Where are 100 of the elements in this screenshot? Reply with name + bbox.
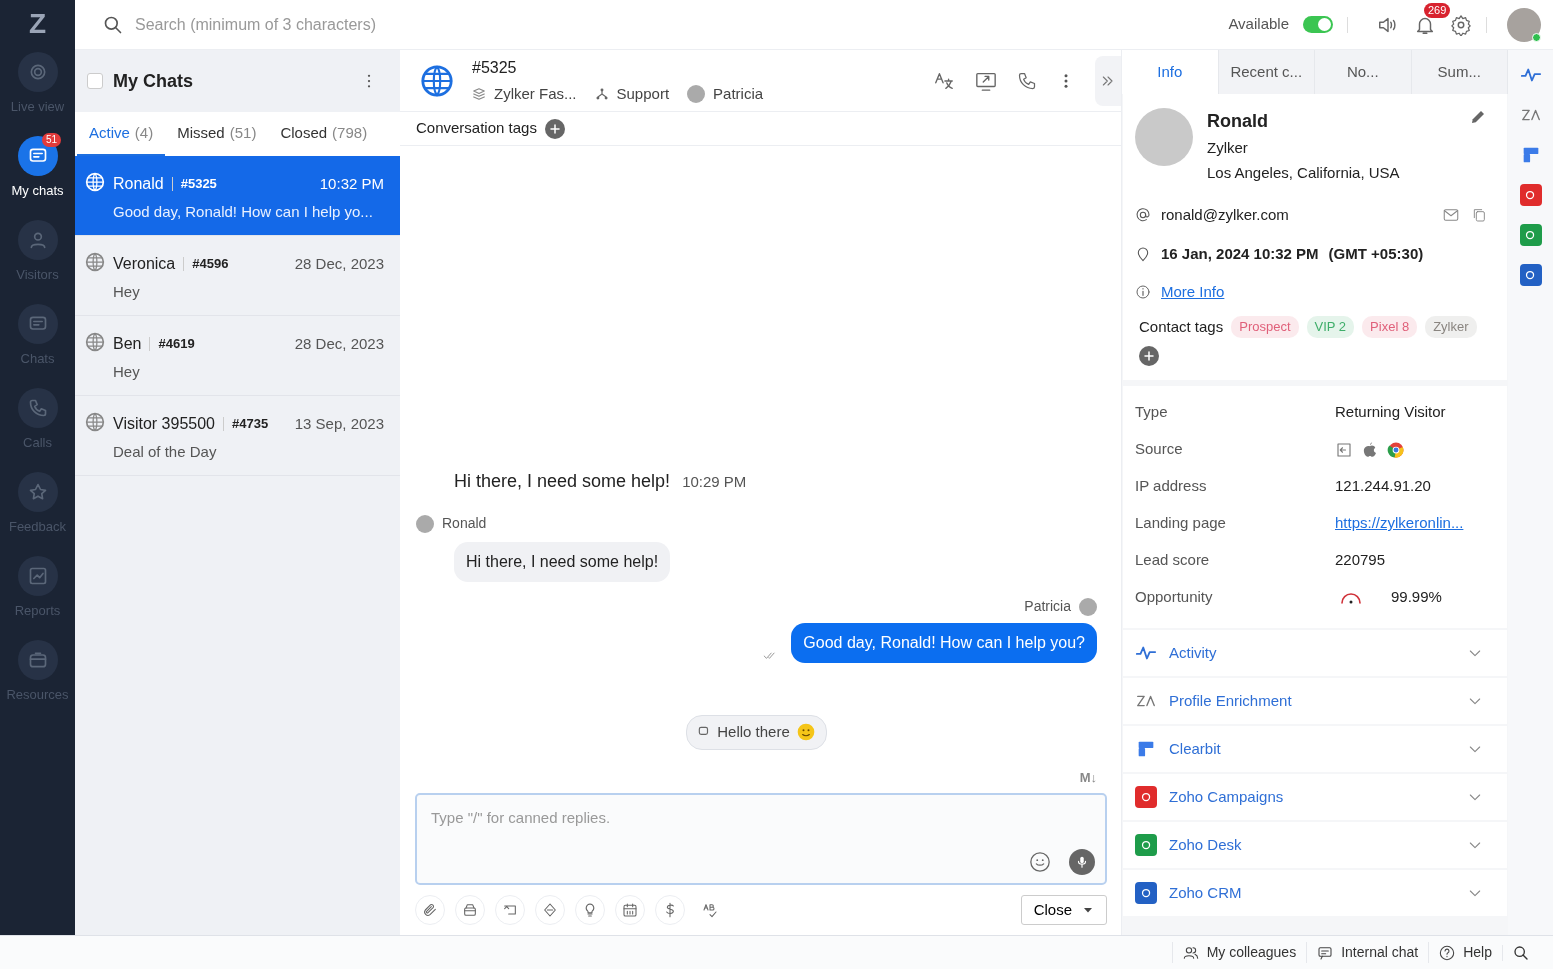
paperclip-icon <box>422 902 438 918</box>
email-text: ronald@zylker.com <box>1161 205 1290 225</box>
section-header[interactable]: Clearbit <box>1123 726 1507 772</box>
chat-time: 28 Dec, 2023 <box>294 253 384 274</box>
tags-label: Conversation tags <box>416 118 537 139</box>
tab[interactable]: Missed (51) <box>165 112 269 156</box>
detail-value: 220795 <box>1335 550 1386 571</box>
tool-button[interactable] <box>615 895 645 925</box>
panel-title: My Chats <box>113 69 194 93</box>
search-icon <box>103 14 123 35</box>
hierarchy-icon <box>594 87 609 101</box>
person-icon <box>27 230 48 250</box>
settings-icon[interactable] <box>1450 13 1472 36</box>
landing-page-link[interactable]: https://zylkeronlin... <box>1335 512 1464 535</box>
markdown-toggle[interactable]: M↓ <box>1079 767 1097 787</box>
contact-tag: Pixel 8 <box>1362 316 1418 338</box>
more-info-link[interactable]: More Info <box>1161 281 1225 304</box>
timezone-text: (GMT +05:30) <box>1328 243 1424 264</box>
app-tile-icon[interactable] <box>1519 184 1542 206</box>
globe-icon <box>85 332 105 352</box>
logo: Z <box>28 7 47 41</box>
status-label: Available <box>1228 14 1289 35</box>
chat-time: 28 Dec, 2023 <box>294 333 384 354</box>
tool-button[interactable] <box>575 895 605 925</box>
star-icon <box>27 482 48 502</box>
online-dot <box>1532 32 1541 42</box>
contact-name: Ronald <box>113 174 164 194</box>
section-header[interactable]: Zoho CRM <box>1123 870 1507 916</box>
add-tag-button[interactable] <box>544 118 565 139</box>
smiley-icon[interactable] <box>1029 851 1051 873</box>
message-preview: Good day, Ronald! How can I help yo... <box>113 202 374 222</box>
department-name: Support <box>616 83 670 104</box>
close-chat-button[interactable]: Close <box>1020 894 1107 926</box>
chat-time: 10:32 PM <box>319 173 384 194</box>
contact-tag: VIP 2 <box>1306 316 1355 338</box>
box-icon <box>462 902 478 918</box>
chat-list-item[interactable]: Ben #4619 28 Dec, 2023 Hey <box>75 316 400 396</box>
apple-icon <box>1361 440 1379 459</box>
section-header[interactable]: Profile Enrichment <box>1123 678 1507 724</box>
chat-list-item[interactable]: Visitor 395500 #4735 13 Sep, 2023 Deal of the Day <box>75 396 400 476</box>
detail-label: Type <box>1135 402 1169 423</box>
login-icon <box>1335 440 1353 459</box>
message-preview: Hey <box>113 362 141 382</box>
company-name: Zylker <box>1207 138 1249 158</box>
message-preview: Hey <box>113 282 141 302</box>
detail-label: IP address <box>1135 476 1208 497</box>
section-header[interactable]: Zoho Campaigns <box>1123 774 1507 820</box>
checkbox[interactable] <box>87 73 103 89</box>
tool-button[interactable] <box>455 895 485 925</box>
bottom-bar-button[interactable]: My colleagues <box>1171 942 1307 963</box>
user-avatar[interactable] <box>1507 7 1541 42</box>
detail-label: Source <box>1135 439 1184 460</box>
section-header[interactable]: Activity <box>1123 630 1507 676</box>
detail-label: Opportunity <box>1135 587 1214 608</box>
glyph-icon <box>1524 268 1537 282</box>
tab[interactable]: Closed (798) <box>268 112 380 156</box>
sender-avatar <box>416 514 434 533</box>
nav-item[interactable]: My chats 51 <box>0 136 75 220</box>
visit-time: 16 Jan, 2024 10:32 PM <box>1161 243 1319 264</box>
chat-list-item[interactable]: Ronald #5325 10:32 PM Good day, Ronald! How can I help yo... <box>75 156 400 236</box>
contact-name: Veronica <box>113 254 176 274</box>
globe-icon <box>85 172 105 192</box>
location-pin-icon <box>1135 245 1151 262</box>
globe-icon <box>420 63 454 98</box>
microphone-icon <box>1075 855 1089 869</box>
detail-value: 121.244.91.20 <box>1335 476 1431 497</box>
copy-icon[interactable] <box>1471 206 1487 225</box>
spellcheck-icon <box>702 902 718 918</box>
chat-icon <box>1317 944 1334 961</box>
detail-value: Returning Visitor <box>1335 402 1446 423</box>
message-input[interactable]: Type "/" for canned replies. <box>415 793 1107 885</box>
browser-icon <box>1387 440 1405 459</box>
contact-name: Visitor 395500 <box>113 414 215 434</box>
app-tile-icon[interactable] <box>1519 264 1542 286</box>
tags-label: Contact tags <box>1139 316 1224 337</box>
add-tag-button[interactable] <box>1139 346 1159 366</box>
bottom-bar-button[interactable]: Help <box>1428 942 1502 963</box>
app-tile-icon[interactable] <box>1519 224 1542 246</box>
suggestion-chip[interactable]: Hello there <box>686 715 827 750</box>
contact-tag: Zylker <box>1425 316 1477 338</box>
help-icon <box>1439 944 1456 961</box>
tool-button[interactable] <box>535 895 565 925</box>
plus-icon <box>1143 350 1155 362</box>
chat-id: #5325 <box>180 175 217 194</box>
tool-button[interactable] <box>655 895 685 925</box>
pencil-icon[interactable] <box>1469 108 1487 126</box>
tab[interactable]: Info <box>1122 50 1219 94</box>
bottom-bar-button[interactable]: Internal chat <box>1306 942 1429 963</box>
phone-icon[interactable] <box>1017 70 1037 91</box>
chart-icon <box>27 566 48 586</box>
chat-id: #4596 <box>192 255 229 274</box>
tool-button[interactable] <box>495 895 525 925</box>
availability-toggle[interactable] <box>1303 16 1333 33</box>
globe-icon <box>85 412 105 432</box>
chat-list-item[interactable]: Veronica #4596 28 Dec, 2023 Hey <box>75 236 400 316</box>
section-header[interactable]: Zoho Desk <box>1123 822 1507 868</box>
smiley-icon <box>795 722 816 743</box>
reply-icon <box>502 902 518 918</box>
sender-name: Ronald <box>442 514 487 533</box>
tool-button[interactable] <box>415 895 445 925</box>
